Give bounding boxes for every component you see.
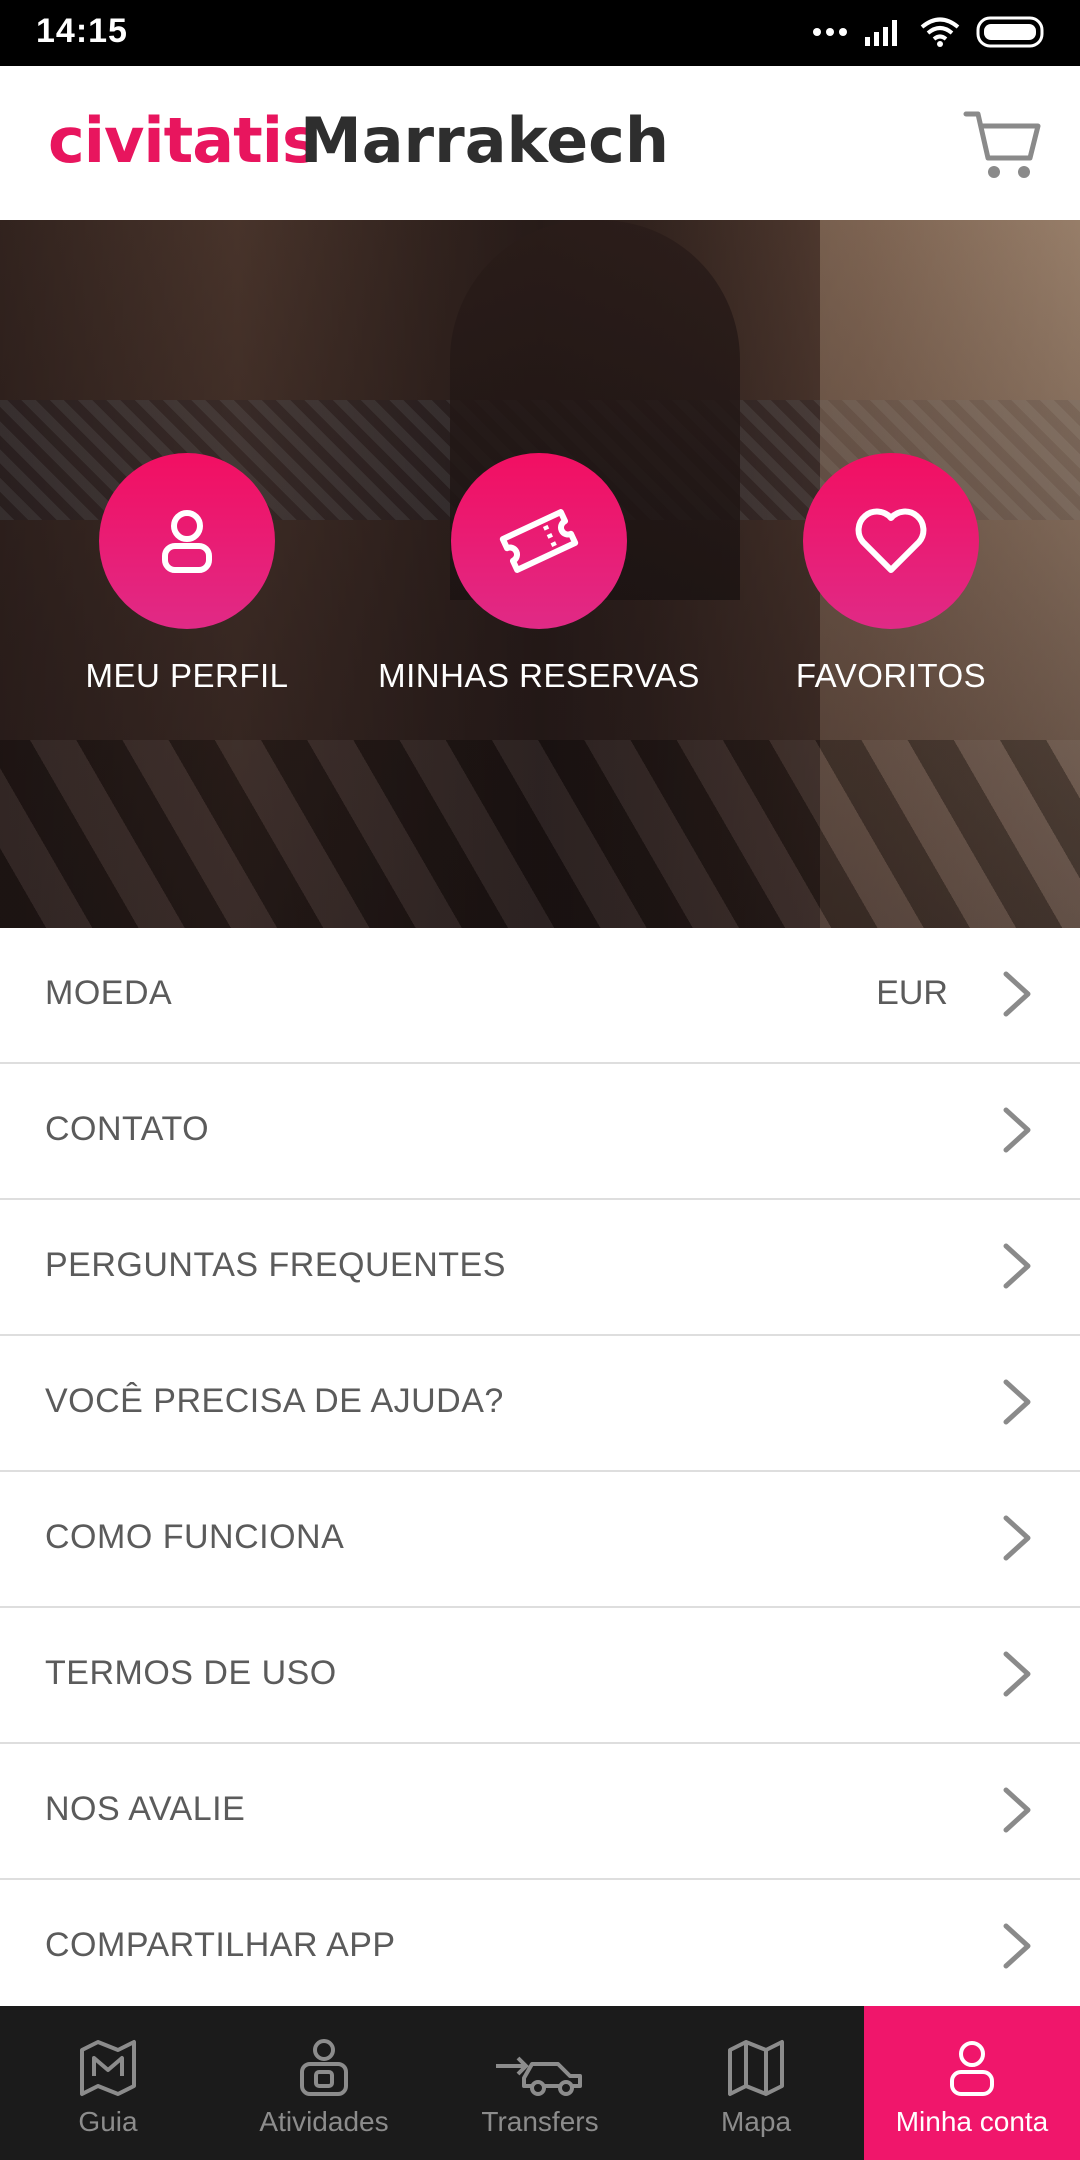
menu-item-label: COMPARTILHAR APP — [45, 1926, 396, 1964]
menu-item-label: MOEDA — [45, 974, 173, 1012]
chevron-right-icon — [1002, 1378, 1032, 1426]
my-bookings-label: MINHAS RESERVAS — [378, 657, 700, 694]
settings-menu: MOEDA EUR CONTATO PERGUNTAS FREQUENTES V… — [0, 928, 1080, 2014]
app-header: civitatis Marrakech — [0, 66, 1080, 220]
car-icon — [494, 2036, 586, 2100]
nav-label: Guia — [78, 2106, 138, 2137]
status-icons — [812, 14, 1046, 54]
nav-label: Atividades — [259, 2106, 389, 2137]
menu-item-label: CONTATO — [45, 1110, 210, 1148]
chevron-right-icon — [1002, 1786, 1032, 1834]
user-icon — [99, 453, 275, 629]
cart-icon[interactable] — [962, 102, 1044, 184]
signal-icon — [864, 17, 904, 52]
my-profile-button[interactable]: MEU PERFIL — [22, 453, 352, 703]
menu-item-label: NOS AVALIE — [45, 1790, 246, 1828]
nav-item-guide[interactable]: Guia — [0, 2006, 216, 2160]
map-icon — [724, 2036, 788, 2100]
user-icon — [940, 2036, 1004, 2100]
status-bar: 14:15 — [0, 0, 1080, 66]
menu-item-faq[interactable]: PERGUNTAS FREQUENTES — [0, 1200, 1080, 1336]
menu-item-contact[interactable]: CONTATO — [0, 1064, 1080, 1200]
wifi-icon — [920, 16, 960, 53]
map-book-icon — [76, 2036, 140, 2100]
menu-item-label: PERGUNTAS FREQUENTES — [45, 1246, 506, 1284]
chevron-right-icon — [1002, 1242, 1032, 1290]
nav-item-transfers[interactable]: Transfers — [432, 2006, 648, 2160]
favorites-label: FAVORITOS — [795, 657, 987, 694]
nav-item-map[interactable]: Mapa — [648, 2006, 864, 2160]
nav-label: Mapa — [720, 2106, 792, 2137]
menu-item-how-it-works[interactable]: COMO FUNCIONA — [0, 1472, 1080, 1608]
nav-item-activities[interactable]: Atividades — [216, 2006, 432, 2160]
hero-actions: MEU PERFIL MINHAS RESERVAS FAVORITOS — [0, 453, 1080, 703]
battery-icon — [976, 16, 1046, 53]
page-title: Marrakech — [300, 104, 670, 177]
chevron-right-icon — [1002, 1650, 1032, 1698]
nav-label: Minha conta — [895, 2106, 1049, 2137]
nav-item-my-account[interactable]: Minha conta — [864, 2006, 1080, 2160]
menu-item-currency[interactable]: MOEDA EUR — [0, 928, 1080, 1064]
menu-item-help[interactable]: VOCÊ PRECISA DE AJUDA? — [0, 1336, 1080, 1472]
hero-banner: MEU PERFIL MINHAS RESERVAS FAVORITOS — [0, 220, 1080, 928]
status-time: 14:15 — [36, 12, 128, 50]
more-dots-icon — [812, 25, 848, 43]
heart-icon — [803, 453, 979, 629]
chevron-right-icon — [1002, 970, 1032, 1018]
bottom-nav: Guia Atividades Transfers Mapa Minha con… — [0, 2006, 1080, 2160]
my-bookings-button[interactable]: MINHAS RESERVAS — [374, 453, 704, 703]
ticket-icon — [451, 453, 627, 629]
nav-label: Transfers — [481, 2106, 599, 2137]
chevron-right-icon — [1002, 1106, 1032, 1154]
favorites-button[interactable]: FAVORITOS — [726, 453, 1056, 703]
my-profile-label: MEU PERFIL — [85, 657, 289, 694]
menu-item-terms[interactable]: TERMOS DE USO — [0, 1608, 1080, 1744]
hero-floor — [0, 740, 1080, 928]
menu-item-share-app[interactable]: COMPARTILHAR APP — [0, 1880, 1080, 2014]
menu-item-label: COMO FUNCIONA — [45, 1518, 345, 1556]
menu-item-rate-us[interactable]: NOS AVALIE — [0, 1744, 1080, 1880]
menu-item-label: VOCÊ PRECISA DE AJUDA? — [45, 1382, 504, 1420]
chevron-right-icon — [1002, 1922, 1032, 1970]
currency-value: EUR — [876, 974, 948, 1012]
brand-logo: civitatis — [48, 104, 319, 177]
chevron-right-icon — [1002, 1514, 1032, 1562]
activities-icon — [292, 2036, 356, 2100]
menu-item-label: TERMOS DE USO — [45, 1654, 337, 1692]
